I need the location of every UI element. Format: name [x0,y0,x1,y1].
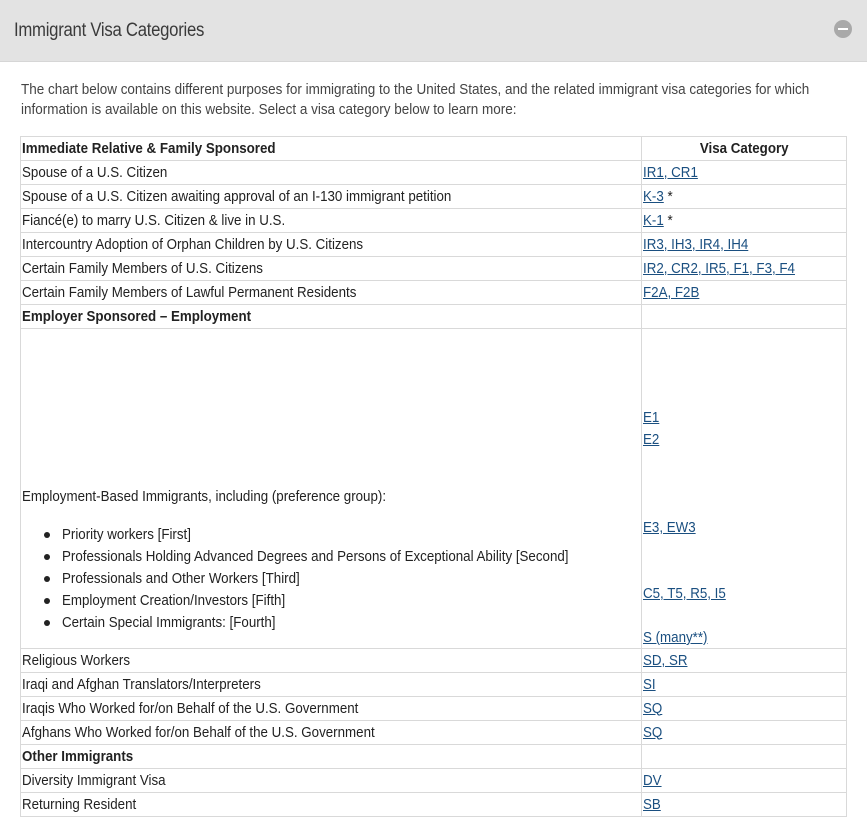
footnote-marker: * [663,188,673,205]
visa-link-k1[interactable]: K-1 [643,213,664,229]
table-row: Spouse of a U.S. Citizen awaiting approv… [20,184,847,209]
purpose-text: Spouse of a U.S. Citizen [22,164,168,181]
purpose-text: Afghans Who Worked for/on Behalf of the … [22,724,375,741]
section-row-employer: Employer Sponsored – Employment [20,304,847,329]
intro-text: The chart below contains different purpo… [21,82,810,118]
visa-link-ir3-ih3-ir4-ih4[interactable]: IR3, IH3, IR4, IH4 [643,237,748,253]
employment-description: Employment-Based Immigrants, including (… [22,486,642,634]
panel-title: Immigrant Visa Categories [14,20,205,41]
visa-link-sd-sr[interactable]: SD, SR [643,653,687,669]
visa-link-e2[interactable]: E2 [643,432,659,448]
table-row-employment-based: Employment-Based Immigrants, including (… [20,328,847,649]
purpose-text: Certain Family Members of U.S. Citizens [22,260,263,277]
table-row: Fiancé(e) to marry U.S. Citizen & live i… [20,208,847,233]
minus-circle-icon[interactable] [834,20,852,38]
purpose-text: Diversity Immigrant Visa [22,772,166,789]
visa-link-ir2-cr2-ir5-f1-f3-f4[interactable]: IR2, CR2, IR5, F1, F3, F4 [643,261,795,277]
employment-links: E1 E2 E3, EW3 C5, T5, R5, I5 S (many**) [643,329,843,649]
employment-intro: Employment-Based Immigrants, including (… [22,489,387,505]
purpose-text: Spouse of a U.S. Citizen awaiting approv… [22,188,452,205]
purpose-text: Certain Family Members of Lawful Permane… [22,284,357,301]
list-item: Certain Special Immigrants: [Fourth] [42,612,642,634]
list-item: Professionals and Other Workers [Third] [42,568,642,590]
visa-link-sb[interactable]: SB [643,797,661,813]
visa-link-e1[interactable]: E1 [643,410,659,426]
header-visa-category: Visa Category [641,136,847,161]
purpose-text: Iraqi and Afghan Translators/Interpreter… [22,676,261,693]
purpose-text: Intercountry Adoption of Orphan Children… [22,236,364,253]
purpose-text: Iraqis Who Worked for/on Behalf of the U… [22,700,359,717]
table-row: Intercountry Adoption of Orphan Children… [20,232,847,257]
visa-categories-table: Immediate Relative & Family Sponsored Vi… [20,136,847,817]
preference-list: Priority workers [First] Professionals H… [22,524,642,634]
visa-link-ir1-cr1[interactable]: IR1, CR1 [643,165,698,181]
section-row-other: Other Immigrants [20,744,847,769]
footnote-marker: * [663,212,673,229]
purpose-text: Returning Resident [22,796,137,813]
purpose-text: Religious Workers [22,652,130,669]
purpose-text: Fiancé(e) to marry U.S. Citizen & live i… [22,212,286,229]
visa-link-sq-iraqis[interactable]: SQ [643,701,662,717]
list-item: Priority workers [First] [42,524,642,546]
visa-link-s-many[interactable]: S (many**) [643,630,708,646]
list-item: Professionals Holding Advanced Degrees a… [42,546,642,568]
visa-link-e3-ew3[interactable]: E3, EW3 [643,520,696,536]
table-row: Certain Family Members of Lawful Permane… [20,280,847,305]
visa-link-si[interactable]: SI [643,677,656,693]
visa-link-sq-afghans[interactable]: SQ [643,725,662,741]
list-item: Employment Creation/Investors [Fifth] [42,590,642,612]
table-row: Spouse of a U.S. Citizen IR1, CR1 [20,160,847,185]
table-row: Certain Family Members of U.S. Citizens … [20,256,847,281]
table-row: Afghans Who Worked for/on Behalf of the … [20,720,847,745]
table-row: Diversity Immigrant Visa DV [20,768,847,793]
table-row: Returning Resident SB [20,792,847,817]
table-row: Iraqi and Afghan Translators/Interpreter… [20,672,847,697]
table-header-row: Immediate Relative & Family Sponsored Vi… [20,136,847,161]
section-title: Employer Sponsored – Employment [22,308,252,325]
table-row: Iraqis Who Worked for/on Behalf of the U… [20,696,847,721]
header-purpose: Immediate Relative & Family Sponsored [20,136,642,161]
visa-link-f2a-f2b[interactable]: F2A, F2B [643,285,699,301]
panel-header: Immigrant Visa Categories [0,0,867,62]
table-row: Religious Workers SD, SR [20,648,847,673]
section-title: Other Immigrants [22,748,134,765]
visa-link-c5-t5-r5-i5[interactable]: C5, T5, R5, I5 [643,586,726,602]
visa-link-dv[interactable]: DV [643,773,662,789]
visa-link-k3[interactable]: K-3 [643,189,664,205]
